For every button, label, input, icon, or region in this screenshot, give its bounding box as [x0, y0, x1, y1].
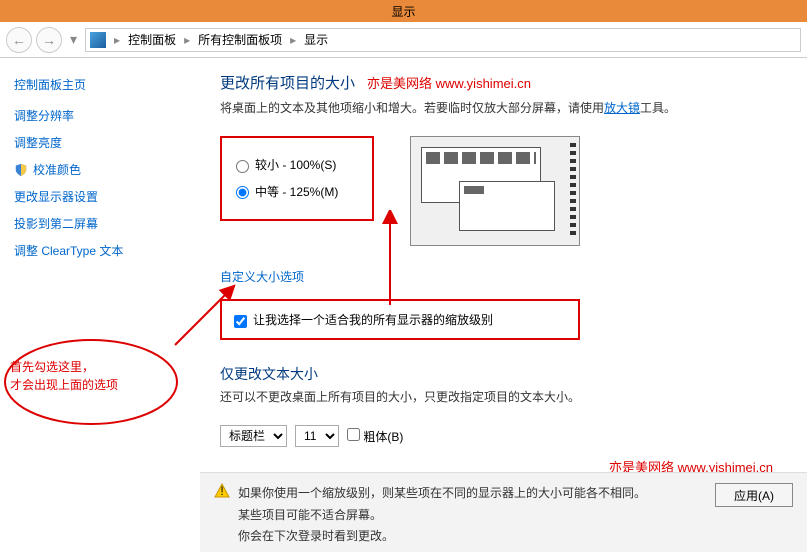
- back-button[interactable]: ←: [6, 27, 32, 53]
- shield-icon: [14, 163, 28, 177]
- radio-medium-input[interactable]: [236, 186, 249, 199]
- description: 将桌面上的文本及其他项缩小和增大。若要临时仅放大部分屏幕，请使用放大镜工具。: [220, 99, 777, 118]
- window-title: 显示: [391, 3, 415, 20]
- preview-thumbnail: [410, 136, 580, 246]
- bold-checkbox-input[interactable]: [347, 428, 360, 441]
- arrow-right-icon: →: [42, 32, 56, 48]
- preview-dots: [570, 143, 576, 239]
- breadcrumb-item[interactable]: 所有控制面板项: [198, 31, 282, 48]
- navigation-bar: ← → ▾ ▸ 控制面板 ▸ 所有控制面板项 ▸ 显示: [0, 22, 807, 58]
- content-pane: 更改所有项目的大小 亦是美网络 www.yishimei.cn 将桌面上的文本及…: [200, 58, 807, 552]
- radio-medium[interactable]: 中等 - 125%(M): [236, 179, 338, 205]
- radio-smaller-input[interactable]: [236, 160, 249, 173]
- page-heading: 更改所有项目的大小: [220, 72, 355, 93]
- breadcrumb-sep: ▸: [288, 33, 298, 47]
- watermark-text: 亦是美网络 www.yishimei.cn: [367, 73, 531, 92]
- warning-line: 如果你使用一个缩放级别，则某些项在不同的显示器上的大小可能各不相同。: [238, 483, 707, 505]
- radio-smaller[interactable]: 较小 - 100%(S): [236, 152, 338, 178]
- checkbox-group: 让我选择一个适合我的所有显示器的缩放级别: [220, 299, 580, 340]
- fontsize-select[interactable]: 11: [295, 425, 339, 447]
- breadcrumb-sep: ▸: [112, 33, 122, 47]
- warning-line: 某些项目可能不适合屏幕。: [238, 505, 707, 527]
- sidebar-link-cleartype[interactable]: 调整 ClearType 文本: [14, 242, 123, 259]
- warning-line: 你会在下次登录时看到更改。: [238, 526, 707, 548]
- sidebar-link-calibrate[interactable]: 校准颜色: [33, 161, 81, 178]
- preview-window-icon: [459, 181, 555, 231]
- element-select[interactable]: 标题栏: [220, 425, 287, 447]
- magnifier-link[interactable]: 放大镜: [604, 101, 640, 115]
- window-titlebar: 显示: [0, 0, 807, 22]
- apply-button[interactable]: 应用(A): [715, 483, 793, 507]
- scale-options-group: 较小 - 100%(S) 中等 - 125%(M): [220, 136, 374, 221]
- sidebar-link-display-settings[interactable]: 更改显示器设置: [14, 188, 98, 205]
- forward-button[interactable]: →: [36, 27, 62, 53]
- sidebar: 控制面板主页 调整分辨率 调整亮度 校准颜色 更改显示器设置 投影到第二屏幕 调…: [0, 58, 200, 552]
- breadcrumb-sep: ▸: [182, 33, 192, 47]
- checkbox-choose-scale[interactable]: 让我选择一个适合我的所有显示器的缩放级别: [234, 313, 493, 327]
- sidebar-link-project[interactable]: 投影到第二屏幕: [14, 215, 98, 232]
- sub-heading: 仅更改文本大小: [220, 364, 777, 384]
- breadcrumb-item[interactable]: 显示: [304, 31, 328, 48]
- sidebar-link-brightness[interactable]: 调整亮度: [14, 134, 62, 151]
- custom-size-link[interactable]: 自定义大小选项: [220, 268, 304, 285]
- sidebar-link-resolution[interactable]: 调整分辨率: [14, 107, 74, 124]
- address-bar[interactable]: ▸ 控制面板 ▸ 所有控制面板项 ▸ 显示: [85, 28, 801, 52]
- sub-description: 还可以不更改桌面上所有项目的大小，只更改指定项目的文本大小。: [220, 388, 777, 407]
- breadcrumb-item[interactable]: 控制面板: [128, 31, 176, 48]
- bold-checkbox[interactable]: 粗体(B): [347, 428, 403, 445]
- svg-text:!: !: [220, 484, 223, 498]
- checkbox-choose-scale-input[interactable]: [234, 315, 247, 328]
- sidebar-title[interactable]: 控制面板主页: [14, 76, 186, 93]
- arrow-left-icon: ←: [12, 32, 26, 48]
- warning-panel: ! 如果你使用一个缩放级别，则某些项在不同的显示器上的大小可能各不相同。 某些项…: [200, 472, 807, 552]
- monitor-icon: [90, 32, 106, 48]
- warning-icon: !: [214, 483, 230, 499]
- chevron-down-icon[interactable]: ▾: [66, 31, 81, 48]
